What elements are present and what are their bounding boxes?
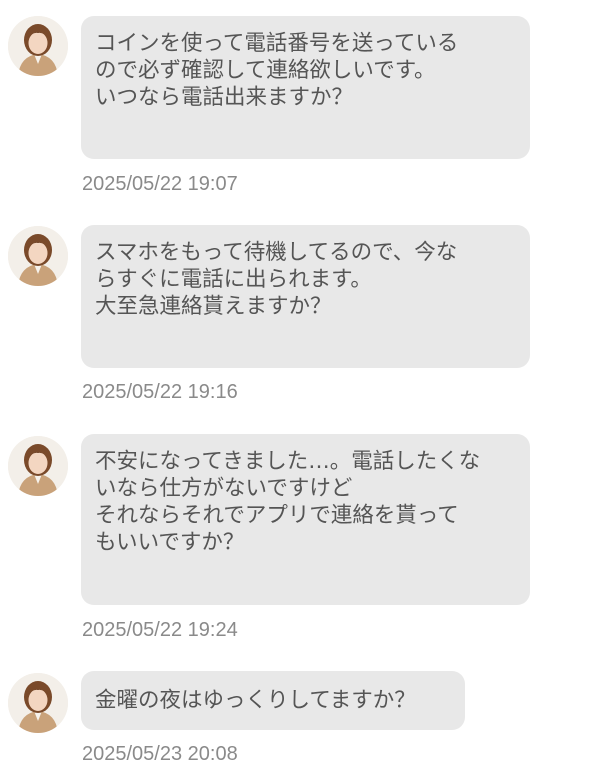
message-timestamp: 2025/05/22 19:07 bbox=[82, 173, 238, 195]
message-timestamp: 2025/05/22 19:24 bbox=[82, 619, 238, 641]
avatar[interactable] bbox=[8, 436, 68, 496]
message-timestamp: 2025/05/23 20:08 bbox=[82, 743, 238, 765]
message-timestamp: 2025/05/22 19:16 bbox=[82, 381, 238, 403]
avatar[interactable] bbox=[8, 226, 68, 286]
message-bubble: 金曜の夜はゆっくりしてますか？ bbox=[81, 671, 465, 730]
message-bubble: 不安になってきました…。電話したくな いなら仕方がないですけど それならそれでア… bbox=[81, 434, 530, 605]
message-bubble: スマホをもって待機してるので、今な らすぐに電話に出られます。 大至急連絡貰えま… bbox=[81, 225, 530, 368]
avatar-image bbox=[8, 226, 68, 286]
avatar[interactable] bbox=[8, 16, 68, 76]
avatar[interactable] bbox=[8, 673, 68, 733]
avatar-image bbox=[8, 16, 68, 76]
avatar-image bbox=[8, 436, 68, 496]
message-bubble: コインを使って電話番号を送っている ので必ず確認して連絡欲しいです。 いつなら電… bbox=[81, 16, 530, 159]
avatar-image bbox=[8, 673, 68, 733]
